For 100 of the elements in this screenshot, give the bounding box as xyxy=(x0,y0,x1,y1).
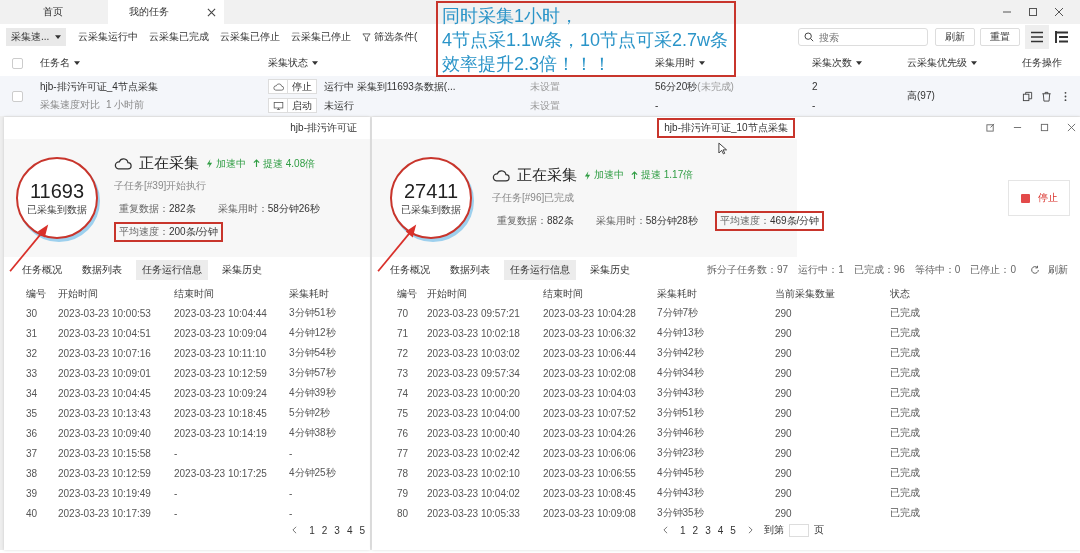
task-row[interactable]: hjb-排污许可证_4节点采集 采集速度对比 1 小时前 停止 运行中 采集到11693条数据(... 启动 未运行 未设置 未设置 56分20秒(未完成) - 2 - 高(97) xyxy=(0,76,1080,117)
stop-button[interactable]: 停止 xyxy=(1008,180,1070,216)
table-cell-text: 72 xyxy=(397,347,410,359)
table-cell-text: 7分钟7秒 xyxy=(657,306,700,320)
page-number[interactable]: 3 xyxy=(333,524,341,536)
page-number[interactable]: 2 xyxy=(320,524,329,536)
column-header[interactable]: 采集用时 xyxy=(655,56,705,70)
table-cell-text: - xyxy=(289,447,294,459)
detail-tab[interactable]: 任务运行信息 xyxy=(136,260,208,280)
column-header[interactable]: 云采集优先级 xyxy=(907,56,977,70)
close-icon[interactable] xyxy=(207,7,216,17)
monitor-icon xyxy=(272,101,284,110)
column-header[interactable]: 任务名 xyxy=(40,56,80,70)
sort-caret-icon xyxy=(971,61,977,65)
run-duration: 56分20秒(未完成) xyxy=(655,80,735,94)
filter-tab[interactable]: 云采集已完成 xyxy=(144,30,214,44)
page-number[interactable]: 1 xyxy=(308,524,316,536)
maximize-icon[interactable] xyxy=(1028,7,1038,17)
collected-count: 27411 xyxy=(403,179,459,203)
detail-tab[interactable]: 采集历史 xyxy=(216,260,268,280)
filter-tab[interactable]: 云采集已停止 xyxy=(215,30,285,44)
detail-tab[interactable]: 任务概况 xyxy=(384,260,436,280)
table-cell-text: 已完成 xyxy=(890,486,921,500)
page-number[interactable]: 3 xyxy=(704,524,712,536)
select-all-checkbox[interactable] xyxy=(12,57,23,69)
setting-value: 未设置 xyxy=(530,80,561,94)
subtask-status: 子任务[#96]已完成 xyxy=(492,190,576,205)
run-action-button[interactable]: 停止 xyxy=(288,79,317,94)
table-cell-text: 73 xyxy=(397,367,410,379)
task-name[interactable]: hjb-排污许可证_4节点采集 xyxy=(40,80,158,94)
table-cell-text: - xyxy=(174,507,179,519)
page-number[interactable]: 1 xyxy=(679,524,687,536)
table-cell-text: 2023-03-23 10:09:40 xyxy=(58,427,152,439)
table-cell-text: 78 xyxy=(397,467,410,479)
annotation-text: 4节点采1.1w条，10节点可采2.7w条 xyxy=(442,29,729,52)
detail-tab[interactable]: 任务概况 xyxy=(16,260,68,280)
detail-tab[interactable]: 采集历史 xyxy=(584,260,636,280)
refresh-icon[interactable] xyxy=(1030,265,1040,275)
search-icon xyxy=(804,32,814,42)
sort-caret-icon xyxy=(74,61,80,65)
run-mode-button[interactable] xyxy=(268,79,288,94)
cloud-icon xyxy=(272,82,284,91)
list-view-icon[interactable] xyxy=(1025,25,1049,49)
table-cell-text: 2023-03-23 10:11:10 xyxy=(174,347,268,359)
page-number[interactable]: 5 xyxy=(358,524,366,536)
table-cell-text: 4分钟39秒 xyxy=(289,386,337,400)
toolbar-button[interactable]: 刷新 xyxy=(935,28,975,46)
page-tab[interactable]: 首页 xyxy=(0,0,105,24)
collected-count: 11693 xyxy=(29,179,85,203)
table-cell-text: 已完成 xyxy=(890,406,921,420)
page-input[interactable] xyxy=(788,523,809,537)
detail-tab[interactable]: 数据列表 xyxy=(444,260,496,280)
table-cell-text: 3分钟57秒 xyxy=(289,366,337,380)
table-cell-text: 290 xyxy=(775,407,793,419)
run-status: 未运行 xyxy=(324,98,354,113)
page-number[interactable]: 4 xyxy=(716,524,725,536)
row-checkbox[interactable] xyxy=(12,90,23,102)
run-mode-button[interactable] xyxy=(268,98,288,113)
table-cell-text: 2023-03-23 09:57:34 xyxy=(427,367,521,379)
detail-tab[interactable]: 数据列表 xyxy=(76,260,128,280)
table-cell-text: 2023-03-23 10:17:25 xyxy=(174,467,268,479)
copy-icon[interactable] xyxy=(1022,90,1033,102)
cloud-icon xyxy=(492,168,510,182)
collected-count-label: 已采集到数据 xyxy=(401,203,461,217)
table-cell-text: 2023-03-23 10:14:19 xyxy=(174,427,268,439)
trash-icon[interactable] xyxy=(1041,90,1052,102)
maximize-icon[interactable] xyxy=(1040,123,1049,132)
column-header[interactable]: 采集状态 xyxy=(268,56,318,70)
page-number[interactable]: 2 xyxy=(691,524,700,536)
close-icon[interactable] xyxy=(1054,7,1064,17)
table-cell-text: 2023-03-23 10:09:04 xyxy=(174,327,268,339)
chevron-left-icon xyxy=(663,526,668,534)
column-header: 当前采集数量 xyxy=(775,287,836,301)
filter-button[interactable]: 筛选条件( xyxy=(357,30,423,44)
edit-icon[interactable] xyxy=(986,123,995,132)
page-number[interactable]: 4 xyxy=(345,524,354,536)
lightning-icon xyxy=(584,170,591,180)
detail-tab[interactable]: 任务运行信息 xyxy=(504,260,576,280)
page-number[interactable]: 5 xyxy=(729,524,737,536)
run-action-button[interactable]: 启动 xyxy=(288,98,317,113)
table-cell-text: 已完成 xyxy=(890,326,921,340)
table-cell-text: 33 xyxy=(26,367,39,379)
table-cell-text: 2023-03-23 10:06:32 xyxy=(543,327,637,339)
table-cell-text: 3分钟46秒 xyxy=(657,426,705,440)
toolbar-button[interactable]: 重置 xyxy=(980,28,1020,46)
filter-tab[interactable]: 云采集已停止 xyxy=(286,30,356,44)
run-duration: - xyxy=(655,99,660,113)
table-cell-text: 39 xyxy=(26,487,39,499)
table-cell-text: 3分钟51秒 xyxy=(657,406,705,420)
mouse-cursor-icon xyxy=(718,142,727,155)
group-select[interactable]: 采集速... xyxy=(6,28,66,46)
search-field[interactable]: 搜索 xyxy=(798,28,928,46)
refresh-button[interactable]: 刷新 xyxy=(1048,263,1068,277)
column-header: 编号 xyxy=(397,287,418,301)
filter-tab[interactable]: 云采集运行中 xyxy=(73,30,143,44)
task-group: 采集速度对比 xyxy=(40,98,100,112)
column-header[interactable]: 采集次数 xyxy=(812,56,862,70)
close-icon[interactable] xyxy=(1067,123,1076,132)
page-tab[interactable]: 我的任务 xyxy=(108,0,224,24)
sort-caret-icon xyxy=(699,61,705,65)
